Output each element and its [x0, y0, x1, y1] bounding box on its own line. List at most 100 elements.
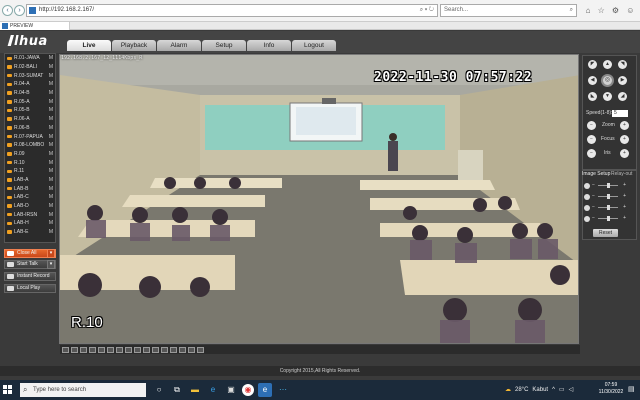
main-stream-marker[interactable]: M [49, 203, 55, 209]
windows-start-icon[interactable] [3, 385, 13, 395]
smiley-icon[interactable]: ☺ [626, 4, 634, 17]
layout-36-icon[interactable] [116, 346, 123, 353]
layout-25-icon[interactable] [107, 346, 114, 353]
realtime-icon[interactable] [197, 346, 204, 353]
channel-item[interactable]: R.05-B M [5, 106, 55, 115]
video-view[interactable] [59, 54, 579, 344]
browser-search-input[interactable]: Search... ⌕ [440, 4, 577, 17]
start-talk-dropdown[interactable]: ▾ [47, 260, 55, 269]
layout-1-icon[interactable] [62, 346, 69, 353]
main-stream-marker[interactable]: M [49, 177, 55, 183]
file-explorer-icon[interactable]: ▬ [188, 383, 202, 397]
main-stream-marker[interactable]: M [49, 90, 55, 96]
saturation-knob[interactable] [607, 205, 610, 210]
channel-item[interactable]: R.06-B M [5, 124, 55, 133]
channel-item[interactable]: LAB-A M [5, 176, 55, 185]
main-stream-marker[interactable]: M [49, 125, 55, 131]
edge-icon[interactable]: e [206, 383, 220, 397]
back-arrow-icon[interactable]: ‹ [2, 5, 13, 16]
tab-logout[interactable]: Logout [292, 40, 336, 51]
main-stream-marker[interactable]: M [49, 229, 55, 235]
fluency-icon[interactable] [188, 346, 195, 353]
forward-arrow-icon[interactable]: › [14, 5, 25, 16]
weather-temp[interactable]: 28°C [515, 383, 528, 397]
local-play-button[interactable]: Local Play [4, 284, 56, 293]
address-bar[interactable]: http://192.168.2.167/ ⌕ ▾ ↻ [26, 4, 438, 17]
channel-item[interactable]: LAB-H M [5, 219, 55, 228]
brightness-slider[interactable]: − + [592, 182, 626, 188]
ptz-right-icon[interactable]: ▶ [618, 76, 627, 85]
main-stream-marker[interactable]: M [49, 220, 55, 226]
main-stream-marker[interactable]: M [49, 168, 55, 174]
reset-button[interactable]: Reset [593, 229, 618, 237]
task-view-icon[interactable]: ⧉ [170, 383, 184, 397]
stream-main-icon[interactable] [170, 346, 177, 353]
gear-icon[interactable]: ⚙ [612, 4, 619, 17]
ptz-auto-icon[interactable]: ◎ [601, 74, 614, 87]
refresh-icon[interactable]: ⌕ ▾ ↻ [420, 5, 434, 16]
stream-sub-icon[interactable] [179, 346, 186, 353]
ptz-down-right-icon[interactable]: ◢ [618, 92, 627, 101]
close-all-dropdown[interactable]: ▾ [47, 249, 55, 258]
focus-out-icon[interactable]: − [587, 135, 596, 144]
main-stream-marker[interactable]: M [49, 81, 55, 87]
channel-item[interactable]: LAB-E M [5, 228, 55, 237]
main-stream-marker[interactable]: M [49, 151, 55, 157]
channel-item[interactable]: LAB-C M [5, 193, 55, 202]
ptz-left-icon[interactable]: ◀ [588, 76, 597, 85]
main-stream-marker[interactable]: M [49, 55, 55, 61]
internet-explorer-icon[interactable]: e [258, 383, 272, 397]
zoom-icon[interactable] [152, 346, 159, 353]
layout-8-icon[interactable] [80, 346, 87, 353]
main-stream-marker[interactable]: M [49, 194, 55, 200]
main-stream-marker[interactable]: M [49, 186, 55, 192]
tab-alarm[interactable]: Alarm [157, 40, 201, 51]
main-stream-marker[interactable]: M [49, 212, 55, 218]
channel-item[interactable]: R.04-B M [5, 89, 55, 98]
channel-list[interactable]: R.01-JAWA M R.02-BALI M R.03-SUMAT M R.04-A M R.… [4, 53, 56, 243]
home-icon[interactable]: ⌂ [586, 4, 591, 17]
hue-slider[interactable]: − + [592, 215, 626, 221]
zoom-in-icon[interactable]: + [620, 121, 629, 130]
cortana-icon[interactable]: ○ [152, 383, 166, 397]
store-icon[interactable]: ▣ [224, 383, 238, 397]
channel-item[interactable]: LAB-D M [5, 202, 55, 211]
tab-relay-out[interactable]: Relay-out [611, 171, 632, 177]
network-icon[interactable]: ▭ [559, 383, 565, 397]
main-stream-marker[interactable]: M [49, 73, 55, 79]
tab-info[interactable]: Info [247, 40, 291, 51]
volume-icon[interactable]: ◁ [569, 383, 574, 397]
channel-item[interactable]: R.09 M [5, 150, 55, 159]
main-stream-marker[interactable]: M [49, 116, 55, 122]
channel-item[interactable]: R.10 M [5, 158, 55, 167]
ptz-down-left-icon[interactable]: ◣ [588, 92, 597, 101]
hue-knob[interactable] [607, 216, 610, 221]
tab-live[interactable]: Live [67, 40, 111, 51]
notification-icon[interactable]: ▤ [628, 385, 636, 395]
network-app-icon[interactable]: ⋯ [276, 383, 290, 397]
ptz-up-left-icon[interactable]: ◤ [588, 60, 597, 69]
channel-item[interactable]: R.04-A M [5, 80, 55, 89]
main-stream-marker[interactable]: M [49, 64, 55, 70]
channel-item[interactable]: R.02-BALI M [5, 63, 55, 72]
taskbar-search-input[interactable]: ⌕ Type here to search [20, 383, 146, 397]
browser-tab[interactable]: PREVIEW [0, 22, 70, 30]
star-icon[interactable]: ☆ [598, 4, 605, 17]
taskbar-clock[interactable]: 07:59 11/30/2022 [596, 382, 626, 396]
tab-playback[interactable]: Playback [112, 40, 156, 51]
audio-icon[interactable] [161, 346, 168, 353]
fullscreen-icon[interactable] [125, 346, 132, 353]
ptz-down-icon[interactable]: ▼ [603, 92, 612, 101]
main-stream-marker[interactable]: M [49, 160, 55, 166]
chrome-icon[interactable]: ◉ [242, 384, 254, 396]
ptz-up-right-icon[interactable]: ◥ [618, 60, 627, 69]
contrast-knob[interactable] [607, 194, 610, 199]
tray-up-icon[interactable]: ^ [552, 383, 555, 397]
layout-16-icon[interactable] [98, 346, 105, 353]
iris-open-icon[interactable]: + [620, 149, 629, 158]
channel-item[interactable]: R.05-A M [5, 97, 55, 106]
instant-record-button[interactable]: Instant Record [4, 272, 56, 281]
channel-item[interactable]: R.03-SUMAT M [5, 71, 55, 80]
channel-item[interactable]: R.06-A M [5, 115, 55, 124]
main-stream-marker[interactable]: M [49, 142, 55, 148]
